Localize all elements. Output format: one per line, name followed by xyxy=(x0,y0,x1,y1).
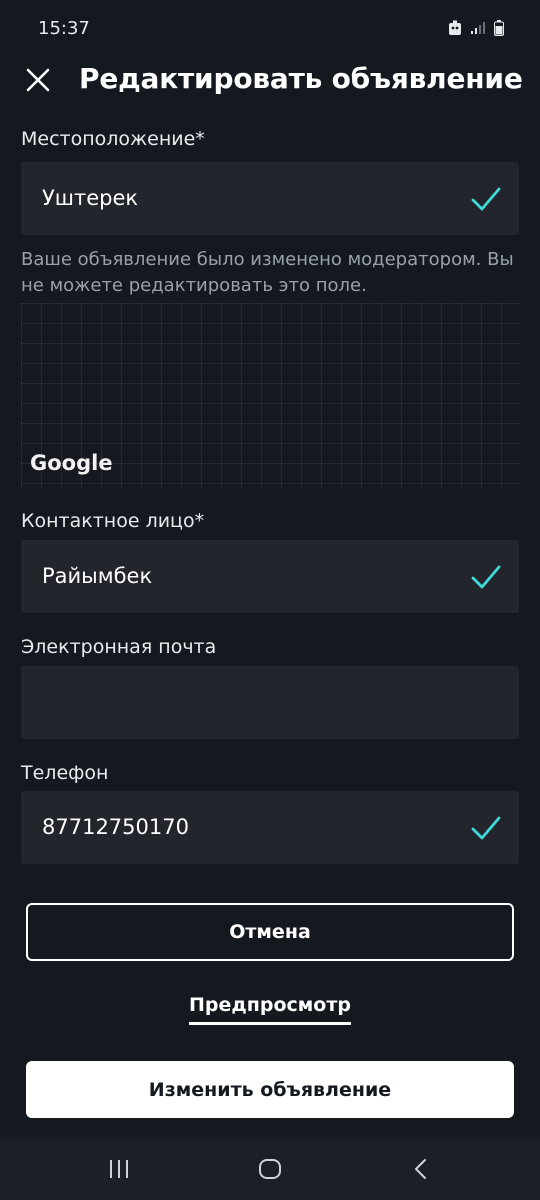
email-field[interactable] xyxy=(21,666,519,739)
location-value: Уштерек xyxy=(42,186,139,210)
home-icon xyxy=(259,1159,281,1179)
contact-label: Контактное лицо* xyxy=(21,510,205,532)
submit-button[interactable]: Изменить объявление xyxy=(26,1061,514,1118)
signal-icon xyxy=(471,22,485,34)
recent-apps-button[interactable] xyxy=(99,1155,139,1183)
cancel-button[interactable]: Отмена xyxy=(26,903,514,961)
back-button[interactable] xyxy=(401,1155,441,1183)
battery-icon xyxy=(494,20,504,36)
check-icon xyxy=(471,565,501,589)
home-button[interactable] xyxy=(250,1155,290,1183)
google-logo: Google xyxy=(30,451,113,475)
phone-label: Телефон xyxy=(21,762,109,784)
close-button[interactable] xyxy=(22,64,54,96)
page-title: Редактировать объявление xyxy=(79,62,523,95)
back-icon xyxy=(415,1159,426,1179)
email-label: Электронная почта xyxy=(21,636,217,658)
contact-field[interactable]: Райымбек xyxy=(21,540,519,613)
check-icon xyxy=(471,187,501,211)
recent-apps-icon xyxy=(110,1160,128,1178)
location-field: Уштерек xyxy=(21,162,519,235)
phone-field[interactable]: 87712750170 xyxy=(21,791,519,864)
contact-value: Райымбек xyxy=(42,564,153,588)
preview-link-container: Предпросмотр xyxy=(0,994,540,1025)
phone-value: 87712750170 xyxy=(42,815,189,839)
status-icons xyxy=(448,20,504,36)
close-icon xyxy=(26,68,50,92)
moderator-note: Ваше объявление было изменено модераторо… xyxy=(21,249,514,296)
android-notification-icon xyxy=(449,20,461,35)
system-nav-bar xyxy=(0,1137,540,1200)
check-icon xyxy=(471,816,501,840)
preview-link[interactable]: Предпросмотр xyxy=(189,994,351,1025)
status-time: 15:37 xyxy=(38,18,90,39)
location-label: Местоположение* xyxy=(21,128,205,150)
map-view[interactable]: Google xyxy=(21,303,519,488)
